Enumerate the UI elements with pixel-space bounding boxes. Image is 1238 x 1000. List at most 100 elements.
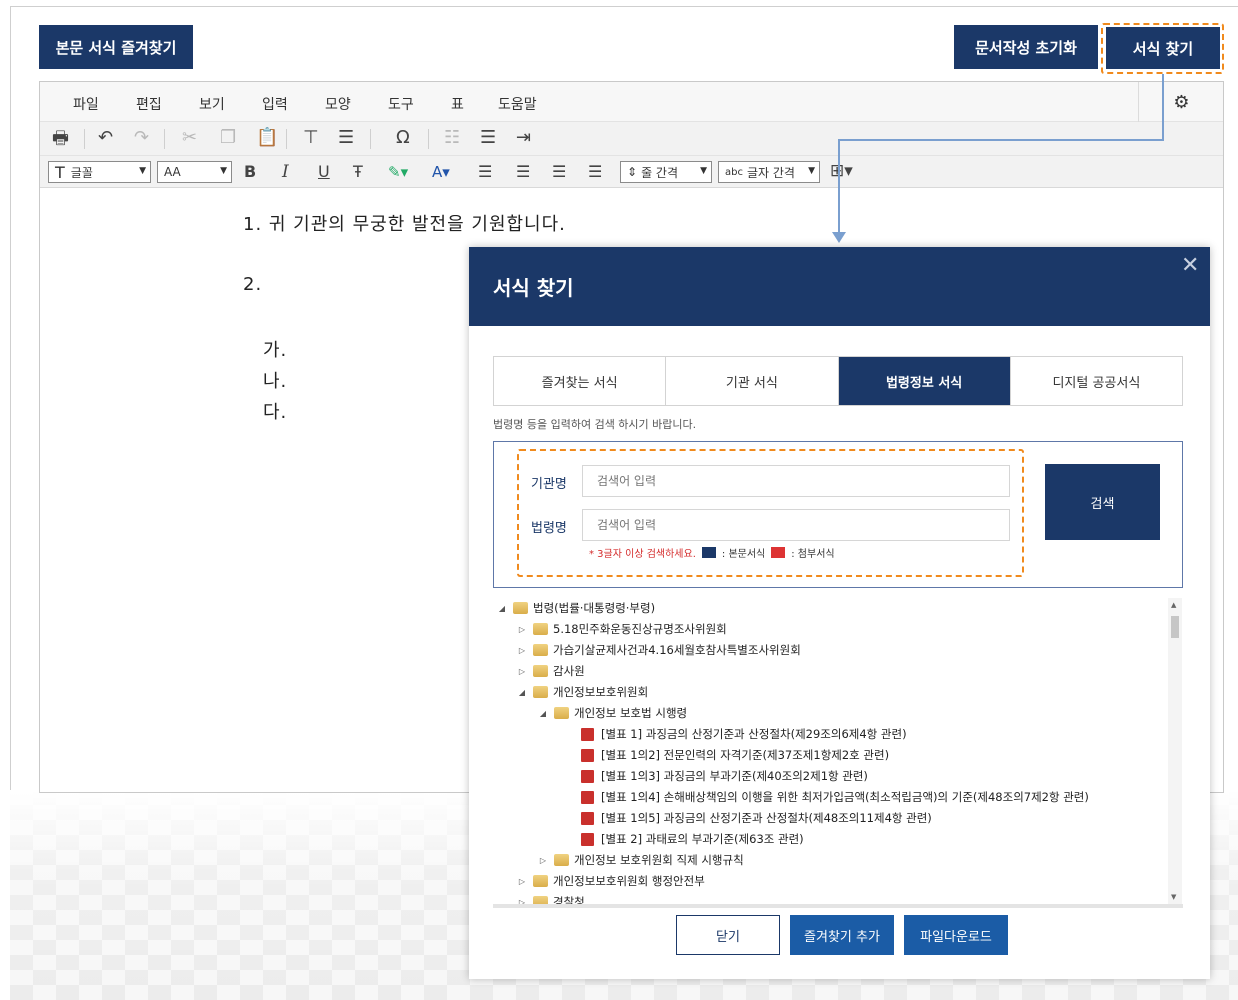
chevron-down-icon: ▼	[700, 166, 707, 176]
font-color-icon[interactable]: A▾	[432, 162, 450, 182]
menu-help[interactable]: 도움말	[498, 94, 537, 114]
tree-file[interactable]: [별표 2] 과태료의 부과기준(제63조 관련)	[581, 831, 804, 847]
folder-icon	[554, 854, 569, 866]
char-spacing-select[interactable]: abc 글자 간격 ▼	[718, 161, 820, 183]
tab-law-forms[interactable]: 법령정보 서식	[838, 357, 1011, 405]
folder-icon	[533, 875, 548, 887]
tree-node[interactable]: ▷ 개인정보 보호위원회 직제 시행규칙	[536, 852, 744, 868]
strikethrough-icon[interactable]: Ŧ	[353, 162, 363, 182]
arrow-down-icon	[832, 232, 846, 243]
tree-file[interactable]: [별표 1의2] 전문인력의 자격기준(제37조제1항제2호 관련)	[581, 747, 889, 763]
menu-bar: 파일 편집 보기 입력 모양 도구 표 도움말 ⚙	[40, 82, 1223, 122]
tree-file[interactable]: [별표 1의4] 손해배상책임의 이행을 위한 최저가입금액(최소적립금액)의 …	[581, 789, 1089, 805]
line-spacing-select[interactable]: ⇕ 줄 간격 ▼	[620, 161, 712, 183]
text-icon: T	[55, 162, 65, 182]
tree-node[interactable]: ▷ 개인정보보호위원회 행정안전부	[515, 873, 705, 889]
cut-icon[interactable]: ✂	[182, 128, 197, 148]
tree-node[interactable]: ▷ 가습기살균제사건과4.16세월호참사특별조사위원회	[515, 642, 801, 658]
italic-icon[interactable]: I	[282, 162, 289, 182]
tree-node[interactable]: ▷ 감사원	[515, 663, 585, 679]
outdent-icon[interactable]: ☰	[480, 128, 496, 148]
menu-view[interactable]: 보기	[199, 94, 225, 114]
form-tree: ◢ 법령(법률·대통령령·부령) ▷ 5.18민주화운동진상규명조사위원회 ▷ 가습기…	[493, 596, 1183, 906]
close-button[interactable]: 닫기	[676, 915, 780, 955]
add-favorite-button[interactable]: 즐겨찾기 추가	[790, 915, 894, 955]
chevron-down-icon: ▼	[139, 166, 146, 176]
align-left-icon[interactable]: ☰	[478, 162, 492, 182]
justify-icon[interactable]: ☰	[588, 162, 602, 182]
scroll-thumb[interactable]	[1171, 616, 1179, 638]
menu-tools[interactable]: 도구	[388, 94, 414, 114]
folder-icon	[554, 707, 569, 719]
attachment-form-icon	[581, 811, 594, 825]
special-char-icon[interactable]: Ω	[396, 128, 410, 148]
align-center-icon[interactable]: ☰	[516, 162, 530, 182]
doc-line-1[interactable]: 1. 귀 기관의 무궁한 발전을 기원합니다.	[243, 210, 566, 236]
tree-file[interactable]: [별표 1의5] 과징금의 산정기준과 산정절차(제48조의11제4항 관련)	[581, 810, 932, 826]
menu-file[interactable]: 파일	[73, 94, 99, 114]
doc-line-2[interactable]: 2.	[243, 274, 262, 295]
scroll-down-icon[interactable]: ▼	[1171, 893, 1176, 901]
favorites-button[interactable]: 본문 서식 즐겨찾기	[39, 25, 193, 69]
highlight-color-icon[interactable]: ✎▾	[388, 162, 408, 182]
search-fields-highlight	[517, 449, 1024, 577]
download-button[interactable]: 파일다운로드	[904, 915, 1008, 955]
indent-icon[interactable]: ⊤	[303, 128, 319, 148]
tree-node[interactable]: ◢ 법령(법률·대통령령·부령)	[495, 600, 655, 616]
tree-file[interactable]: [별표 1] 과징금의 산정기준과 산정절차(제29조의6제4항 관련)	[581, 726, 907, 742]
find-form-dialog: 서식 찾기 ✕ 즐겨찾는 서식 기관 서식 법령정보 서식 디지털 공공서식 법…	[469, 247, 1210, 979]
attachment-form-icon	[581, 748, 594, 762]
menu-format[interactable]: 모양	[325, 94, 351, 114]
attachment-form-icon	[581, 832, 594, 846]
menu-edit[interactable]: 편집	[136, 94, 162, 114]
doc-item-b[interactable]: 나.	[263, 367, 287, 393]
bold-icon[interactable]: B	[244, 162, 256, 182]
print-icon[interactable]: 🖶	[52, 129, 69, 149]
tree-node[interactable]: ◢ 개인정보보호위원회	[515, 684, 648, 700]
tab-favorite-forms[interactable]: 즐겨찾는 서식	[494, 357, 667, 405]
folder-icon	[513, 602, 528, 614]
gear-icon[interactable]: ⚙	[1138, 82, 1224, 122]
font-select[interactable]: T 글꼴 ▼	[48, 161, 151, 183]
line-spacing-icon: ⇕	[627, 165, 638, 179]
attachment-form-icon	[581, 727, 594, 741]
search-button[interactable]: 검색	[1045, 464, 1160, 540]
tree-node[interactable]: ▷ 5.18민주화운동진상규명조사위원회	[515, 621, 727, 637]
folder-icon	[533, 644, 548, 656]
chevron-down-icon: ▼	[808, 166, 815, 176]
tree-scrollbar[interactable]: ▲ ▼	[1168, 598, 1182, 904]
toolbar-row-2: T 글꼴 ▼ AA ▼ B I U Ŧ ✎▾ A▾ ☰ ☰ ☰ ☰ ⇕ 줄 간격…	[40, 156, 1223, 188]
table-icon[interactable]: ⊞▾	[830, 161, 853, 181]
folder-icon	[533, 665, 548, 677]
close-icon[interactable]: ✕	[1181, 253, 1199, 278]
chevron-down-icon: ▼	[220, 166, 227, 176]
dialog-title: 서식 찾기	[493, 276, 574, 300]
char-spacing-icon: abc	[725, 166, 743, 178]
underline-icon[interactable]: U	[318, 162, 330, 182]
tab-indent-icon[interactable]: ⇥	[516, 128, 531, 148]
doc-item-c[interactable]: 다.	[263, 398, 287, 424]
tree-node[interactable]: ◢ 개인정보 보호법 시행령	[536, 705, 687, 721]
paste-icon[interactable]: 📋	[256, 128, 278, 148]
menu-table[interactable]: 표	[451, 94, 464, 114]
redo-icon[interactable]: ↷	[134, 128, 149, 148]
connector-line	[1162, 74, 1164, 140]
find-form-highlight	[1101, 23, 1224, 74]
tree-file[interactable]: [별표 1의3] 과징금의 부과기준(제40조의2제1항 관련)	[581, 768, 868, 784]
doc-item-a[interactable]: 가.	[263, 336, 287, 362]
font-size-select[interactable]: AA ▼	[157, 161, 232, 183]
folder-icon	[533, 623, 548, 635]
list-icon[interactable]: ☷	[444, 128, 460, 148]
scroll-up-icon[interactable]: ▲	[1171, 601, 1176, 609]
tree-hscrollbar[interactable]	[493, 904, 1183, 908]
tab-agency-forms[interactable]: 기관 서식	[666, 357, 839, 405]
align-icon[interactable]: ☰	[338, 128, 354, 148]
menu-insert[interactable]: 입력	[262, 94, 288, 114]
undo-icon[interactable]: ↶	[98, 128, 113, 148]
tab-digital-forms[interactable]: 디지털 공공서식	[1010, 357, 1182, 405]
dialog-tabs: 즐겨찾는 서식 기관 서식 법령정보 서식 디지털 공공서식	[493, 356, 1183, 406]
copy-icon[interactable]: ❐	[220, 128, 236, 148]
dialog-header: 서식 찾기 ✕	[469, 247, 1210, 326]
align-right-icon[interactable]: ☰	[552, 162, 566, 182]
reset-document-button[interactable]: 문서작성 초기화	[954, 25, 1098, 69]
